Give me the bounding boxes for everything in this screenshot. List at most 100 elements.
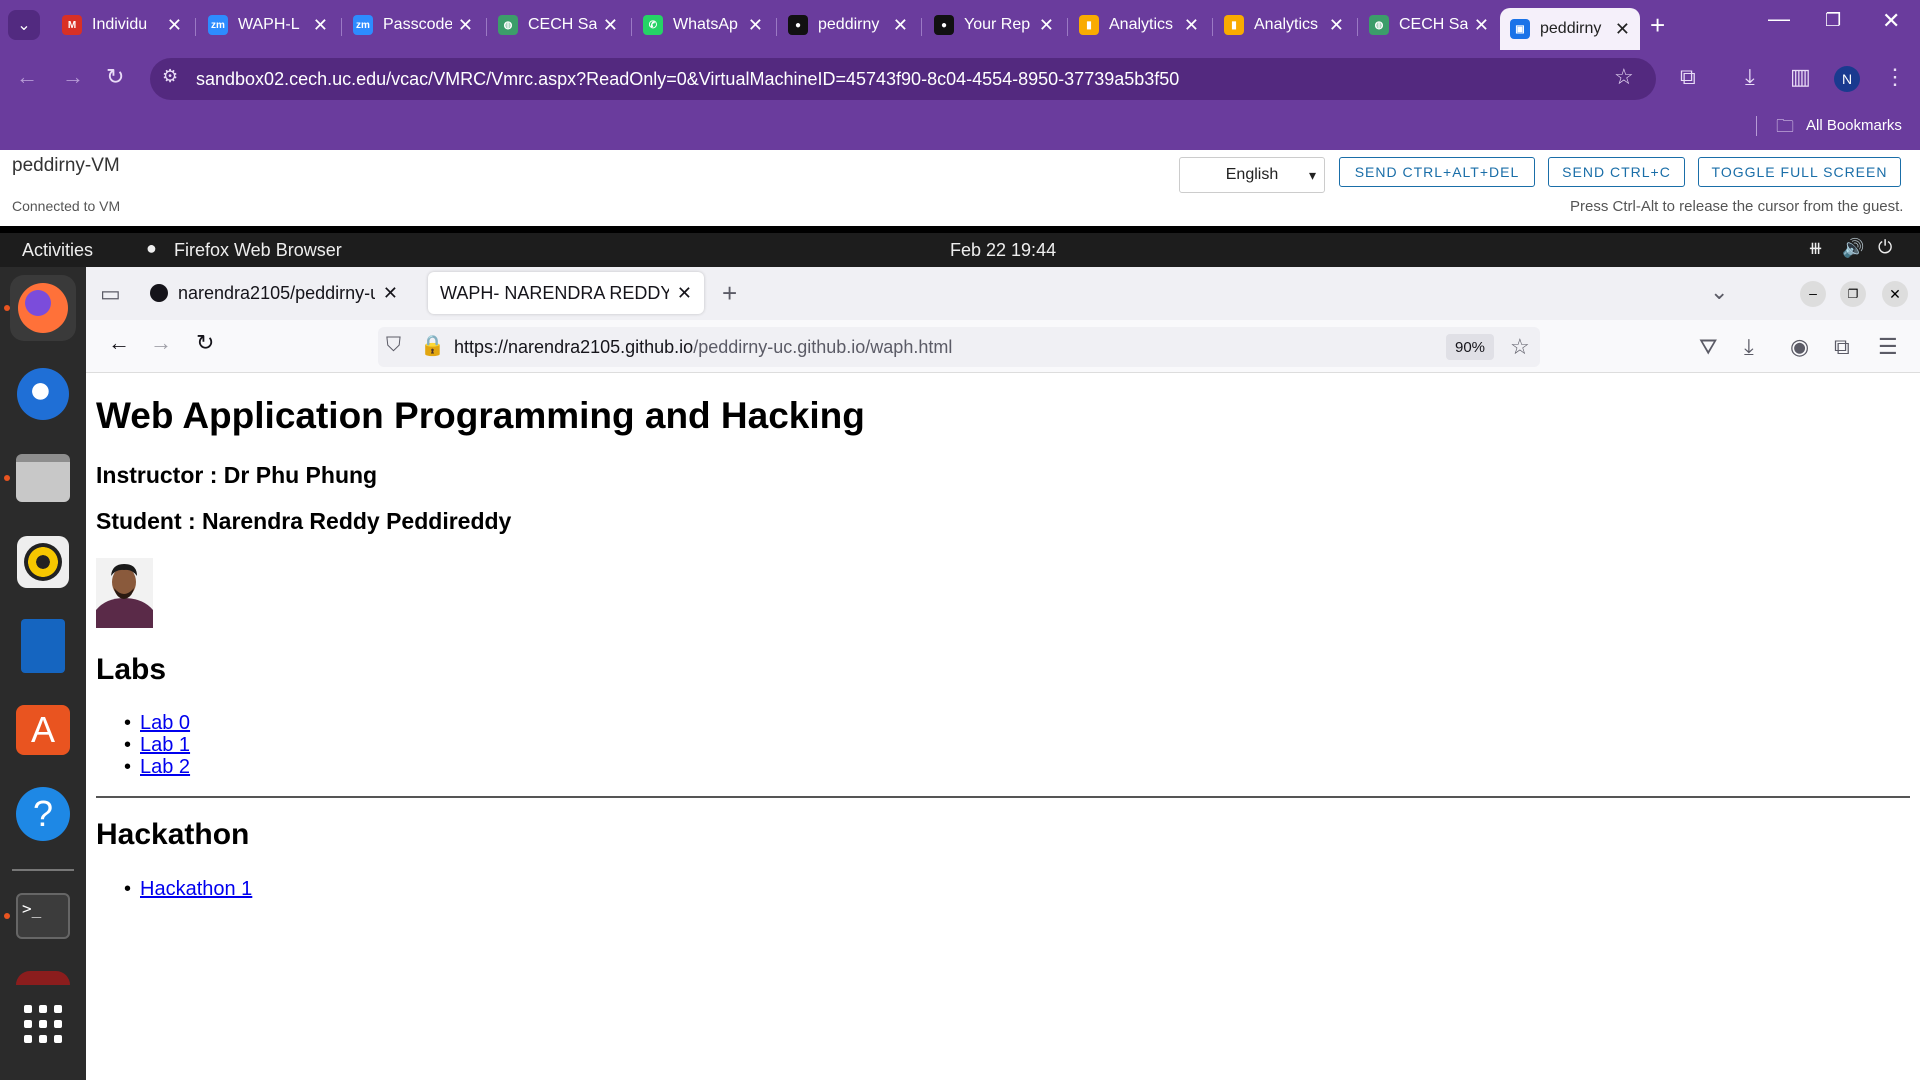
chrome-tab[interactable]: M Individu ✕ <box>52 8 192 42</box>
chrome-menu-icon[interactable]: ⋮ <box>1884 64 1906 90</box>
send-ctrl-alt-del-button[interactable]: SEND CTRL+ALT+DEL <box>1339 157 1535 187</box>
chrome-tab[interactable]: ▮ Analytics ✕ <box>1214 8 1354 42</box>
thunderbird-dock-icon[interactable] <box>10 361 76 427</box>
close-icon[interactable]: ✕ <box>893 15 908 36</box>
writer-dock-icon[interactable] <box>10 613 76 679</box>
download-icon[interactable]: ⤓ <box>1745 64 1755 90</box>
site-info-icon[interactable]: ⚙ <box>162 66 178 87</box>
extensions-icon[interactable]: ⧉ <box>1834 334 1850 360</box>
analytics-icon: ▮ <box>1224 15 1244 35</box>
close-icon[interactable]: ✕ <box>1039 15 1054 36</box>
app-center-icon: A <box>16 705 70 755</box>
close-icon[interactable]: ✕ <box>1882 281 1908 307</box>
tab-search-button[interactable]: ⌄ <box>8 10 40 40</box>
back-arrow-icon[interactable]: ← <box>108 330 130 356</box>
close-icon[interactable]: ✕ <box>748 15 763 36</box>
send-ctrl-c-button[interactable]: SEND CTRL+C <box>1548 157 1685 187</box>
side-panel-icon[interactable]: ▥ <box>1790 64 1811 90</box>
close-icon[interactable]: ✕ <box>313 15 328 36</box>
chrome-tab[interactable]: zm Passcode ✕ <box>343 8 483 42</box>
network-icon[interactable]: ⧻ <box>1808 238 1823 259</box>
forward-arrow-icon[interactable]: → <box>62 64 84 90</box>
pocket-icon[interactable]: ⛛ <box>1699 334 1717 360</box>
minimize-window-button[interactable]: — <box>1768 6 1790 32</box>
activities-button[interactable]: Activities <box>22 240 93 261</box>
hackathon-1-link[interactable]: Hackathon 1 <box>140 878 252 900</box>
close-icon[interactable]: ✕ <box>458 15 473 36</box>
firefox-url-text[interactable]: https://narendra2105.github.io/peddirny-… <box>454 337 952 358</box>
lab-1-link[interactable]: Lab 1 <box>140 734 190 756</box>
maximize-icon[interactable]: ❐ <box>1840 281 1866 307</box>
all-bookmarks-button[interactable]: All Bookmarks <box>1806 117 1902 134</box>
clock[interactable]: Feb 22 19:44 <box>950 240 1056 261</box>
profile-avatar[interactable]: N <box>1834 66 1860 92</box>
hamburger-menu-icon[interactable]: ☰ <box>1878 334 1898 360</box>
list-all-tabs-icon[interactable]: ⌄ <box>1710 279 1728 305</box>
firefox-view-icon[interactable]: ▭ <box>100 281 121 307</box>
chrome-tab[interactable]: ▮ Analytics ✕ <box>1069 8 1209 42</box>
lab-2-link[interactable]: Lab 2 <box>140 756 190 778</box>
close-icon[interactable]: ✕ <box>1329 15 1344 36</box>
power-icon[interactable]: ⏻ <box>1878 237 1892 258</box>
bookmark-star-icon[interactable]: ☆ <box>1614 64 1634 90</box>
new-tab-icon[interactable]: + <box>722 278 737 309</box>
files-dock-icon[interactable] <box>10 445 76 511</box>
close-icon[interactable]: ✕ <box>167 15 182 36</box>
list-item: Lab 1 <box>124 734 190 756</box>
restore-window-button[interactable]: ❐ <box>1825 10 1841 31</box>
chevron-down-icon: ⌄ <box>17 17 31 34</box>
address-bar-url[interactable]: sandbox02.cech.uc.edu/vcac/VMRC/Vmrc.asp… <box>196 69 1179 90</box>
firefox-tab-github[interactable]: narendra2105/peddirny-u ✕ <box>138 272 410 314</box>
github-icon: ● <box>934 15 954 35</box>
lab-0-link[interactable]: Lab 0 <box>140 712 190 734</box>
firefox-dock-icon[interactable] <box>10 275 76 341</box>
terminal-dock-icon[interactable]: >_ <box>10 883 76 949</box>
new-tab-button[interactable]: + <box>1650 10 1665 41</box>
chrome-tab[interactable]: ● peddirny ✕ <box>778 8 918 42</box>
show-apps-button[interactable] <box>10 991 76 1057</box>
reload-icon[interactable]: ↻ <box>196 330 214 356</box>
chrome-tab-title: Analytics <box>1109 16 1174 33</box>
close-icon[interactable]: ✕ <box>677 283 692 304</box>
app-center-dock-icon[interactable]: A <box>10 697 76 763</box>
url-path: /peddirny-uc.github.io/waph.html <box>693 337 953 357</box>
forward-arrow-icon[interactable]: → <box>150 330 172 356</box>
partial-dock-icon[interactable] <box>16 971 70 985</box>
close-icon[interactable]: ✕ <box>1615 19 1630 40</box>
extensions-icon[interactable]: ⧉ <box>1680 64 1696 90</box>
profile-photo <box>96 558 153 628</box>
tab-separator <box>1067 18 1068 36</box>
chrome-tab[interactable]: ● Your Rep ✕ <box>924 8 1064 42</box>
app-menu[interactable]: Firefox Web Browser <box>174 240 342 261</box>
downloads-icon[interactable]: ⤓ <box>1744 334 1754 360</box>
help-dock-icon[interactable]: ? <box>10 781 76 847</box>
rhythmbox-dock-icon[interactable] <box>10 529 76 595</box>
lock-icon[interactable]: 🔒 <box>420 333 445 358</box>
tab-separator <box>486 18 487 36</box>
toggle-full-screen-button[interactable]: TOGGLE FULL SCREEN <box>1698 157 1901 187</box>
chrome-tab[interactable]: ▣ peddirny ✕ <box>1500 8 1640 50</box>
back-arrow-icon[interactable]: ← <box>16 64 38 90</box>
zoom-level-badge[interactable]: 90% <box>1446 334 1494 360</box>
minimize-icon[interactable]: – <box>1800 281 1826 307</box>
language-select[interactable]: English ▾ <box>1179 157 1325 193</box>
firefox-tab-waph[interactable]: WAPH- NARENDRA REDDY P ✕ <box>428 272 704 314</box>
tab-separator <box>631 18 632 36</box>
chrome-tab[interactable]: ✆ WhatsAp ✕ <box>633 8 773 42</box>
chrome-tab[interactable]: ◍ CECH Sa ✕ <box>488 8 628 42</box>
account-icon[interactable]: ◉ <box>1790 334 1809 360</box>
close-icon[interactable]: ✕ <box>1474 15 1489 36</box>
chrome-tab[interactable]: zm WAPH-L ✕ <box>198 8 338 42</box>
tab-separator <box>1212 18 1213 36</box>
chrome-tab[interactable]: ◍ CECH Sa ✕ <box>1359 8 1499 42</box>
volume-icon[interactable]: 🔊 <box>1842 238 1864 259</box>
vm-screen-border <box>0 226 1920 233</box>
close-icon[interactable]: ✕ <box>383 283 398 304</box>
close-icon[interactable]: ✕ <box>1184 15 1199 36</box>
reload-icon[interactable]: ↻ <box>106 64 124 90</box>
close-window-button[interactable]: ✕ <box>1882 8 1900 34</box>
close-icon[interactable]: ✕ <box>603 15 618 36</box>
bookmark-star-icon[interactable]: ☆ <box>1510 334 1530 360</box>
horizontal-rule <box>96 796 1910 798</box>
tracking-shield-icon[interactable]: ⛉ <box>386 334 401 357</box>
